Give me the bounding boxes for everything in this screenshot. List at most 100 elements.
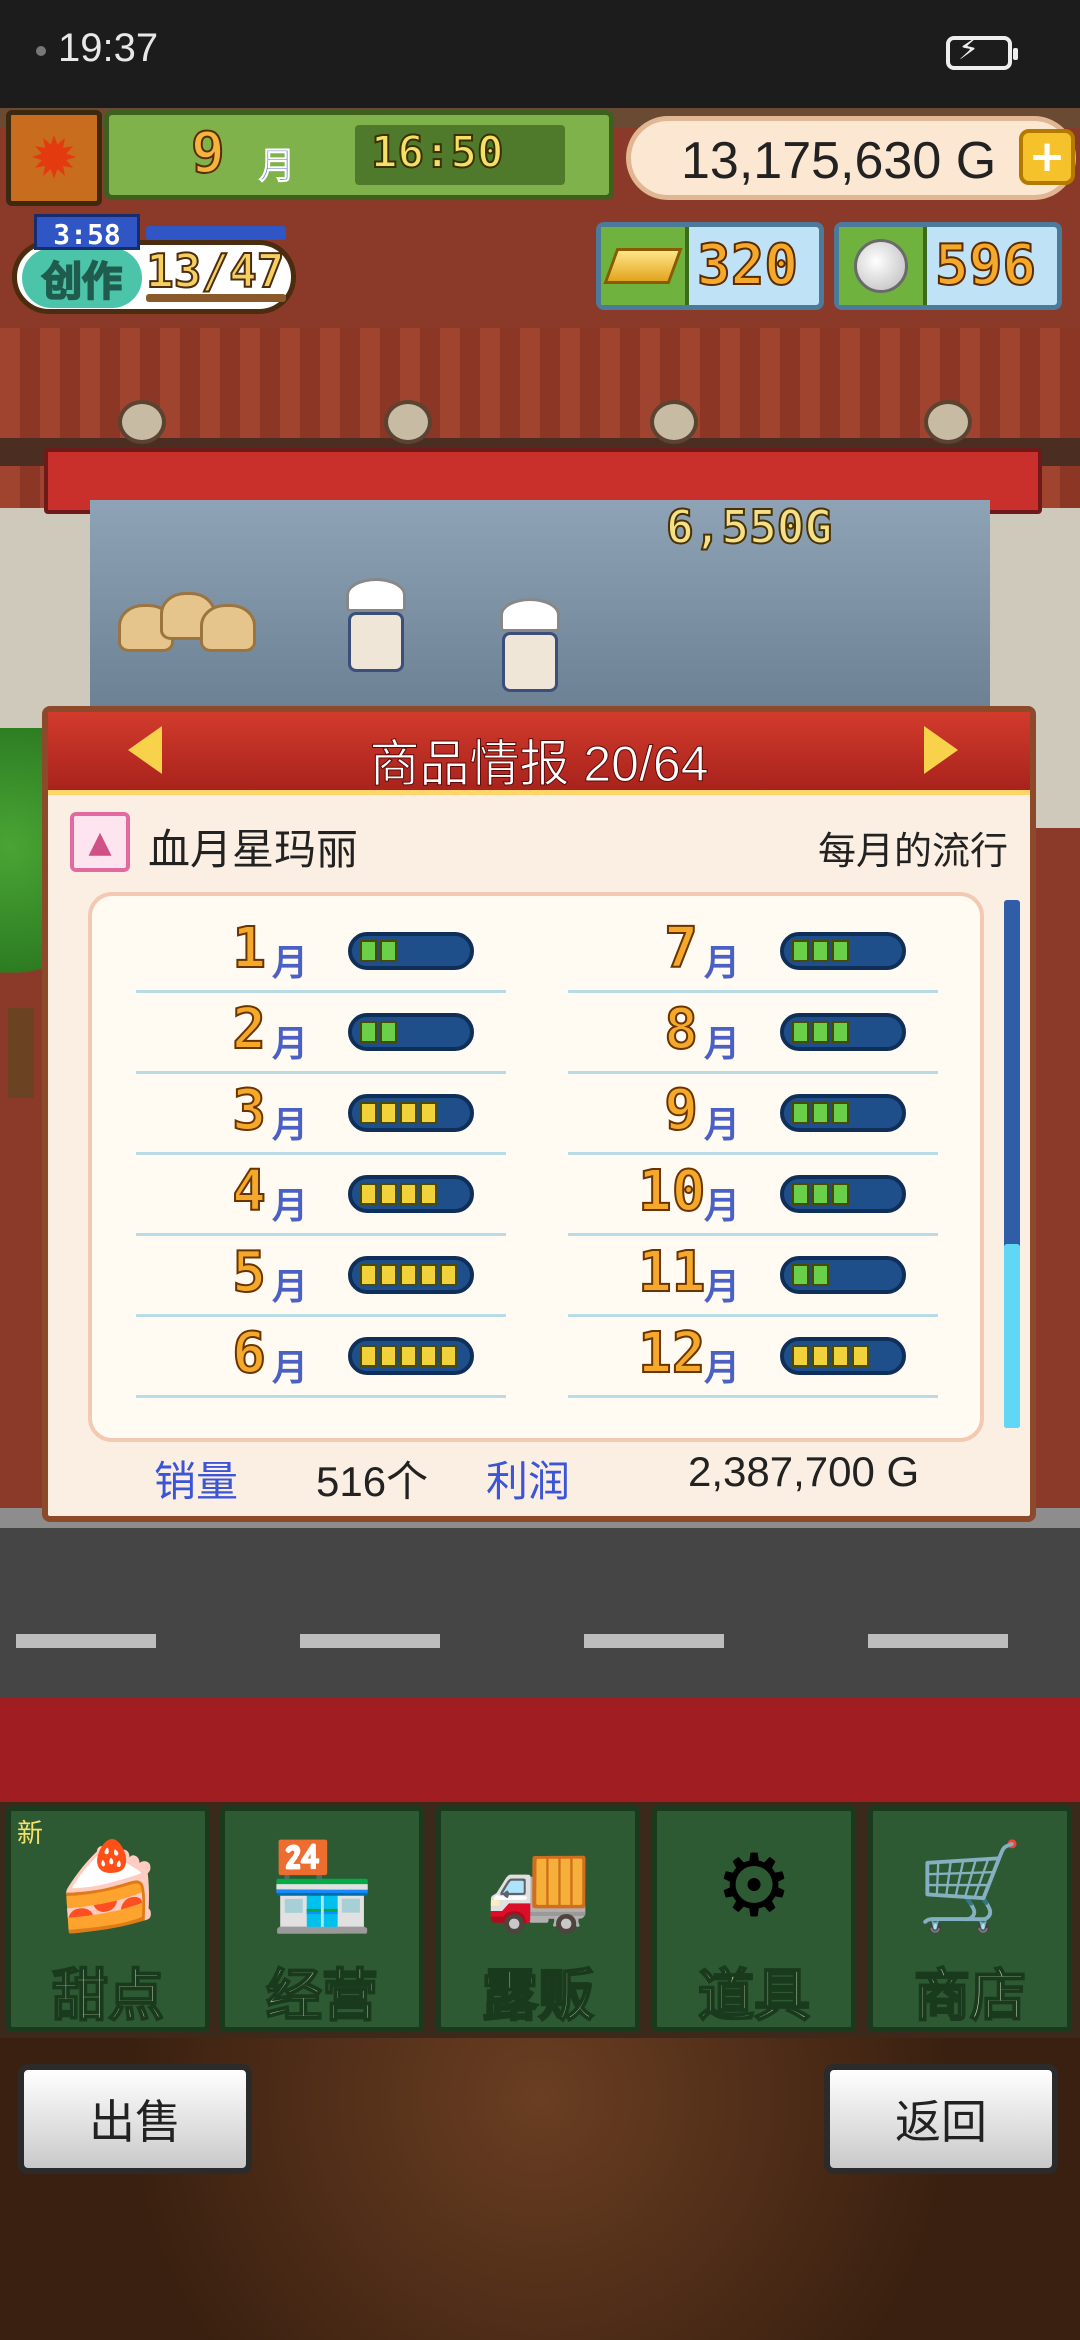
month-unit: 月 [272, 1186, 309, 1227]
nav-items[interactable]: ⚙ 道具 [652, 1806, 856, 2032]
popularity-bar [780, 1256, 906, 1294]
create-badge: 创作 [22, 248, 142, 308]
lamp-icon [650, 400, 698, 444]
popularity-segment [380, 1264, 397, 1286]
bread-icon [200, 604, 256, 652]
month-unit: 月 [704, 1267, 741, 1308]
popularity-segment [440, 1345, 457, 1367]
month-unit: 月 [272, 943, 309, 984]
month-unit: 月 [704, 1105, 741, 1146]
popularity-segment [360, 940, 377, 962]
create-timer: 3:58 [34, 214, 140, 251]
scrollbar-thumb[interactable] [1004, 1244, 1020, 1428]
month-number: 1 [231, 915, 267, 982]
gear-bag-icon: ⚙ [715, 1836, 793, 1936]
month-unit: 月 [272, 1348, 309, 1389]
popularity-segment [400, 1102, 417, 1124]
food-truck-icon: 🚚 [484, 1836, 592, 1937]
lamp-icon [118, 400, 166, 444]
product-info-panel: 商品情报 20/64 ▲ 血月星玛丽 每月的流行 1月2月3月4月5月6月7月8… [42, 706, 1036, 1522]
lane-marking [300, 1634, 440, 1648]
popularity-segment [420, 1102, 437, 1124]
popularity-segment [812, 1021, 829, 1043]
floating-price: 6,550G [665, 499, 833, 555]
notification-dot [36, 46, 46, 56]
popularity-segment [360, 1183, 377, 1205]
sell-button[interactable]: 出售 [18, 2064, 252, 2174]
popularity-segment [400, 1264, 417, 1286]
charging-icon: ⚡ [958, 32, 980, 67]
month-row: 8月 [568, 991, 938, 1074]
silver-coin-counter[interactable]: 596 [834, 222, 1062, 310]
popularity-segment [832, 1102, 849, 1124]
month-row: 6月 [136, 1315, 506, 1398]
lamp-icon [924, 400, 972, 444]
chef-character[interactable] [346, 578, 406, 678]
nav-stall[interactable]: 🚚 露贩 [436, 1806, 640, 2032]
popularity-segment [792, 1102, 809, 1124]
create-status[interactable]: 创作 3:58 13/47 [6, 214, 296, 314]
popularity-segment [812, 1183, 829, 1205]
month-number: 5 [231, 1239, 267, 1306]
product-name: 血月星玛丽 [148, 826, 359, 873]
month-number: 6 [231, 1320, 267, 1387]
month-number: 12 [637, 1320, 706, 1387]
month-row: 12 月 [568, 1315, 938, 1398]
popularity-bar [348, 1175, 474, 1213]
popularity-segment [360, 1102, 377, 1124]
popularity-segment [400, 1183, 417, 1205]
silver-coin-count: 596 [934, 232, 1037, 299]
new-badge: 新 [17, 1819, 44, 1849]
nav-store[interactable]: 🛒 商店 [868, 1806, 1072, 2032]
popularity-segment [852, 1345, 869, 1367]
popularity-segment [792, 1345, 809, 1367]
popularity-segment [832, 940, 849, 962]
popularity-segment [832, 1345, 849, 1367]
popularity-segment [360, 1345, 377, 1367]
cake-icon: 🍰 [54, 1836, 162, 1937]
popularity-segment [792, 1021, 809, 1043]
popularity-segment [380, 1102, 397, 1124]
popularity-segment [380, 1183, 397, 1205]
create-count: 13/47 [145, 243, 285, 299]
create-progress-bar [146, 226, 286, 240]
road [0, 1528, 1080, 1698]
add-money-button[interactable]: + [1019, 129, 1075, 185]
month-row: 10 月 [568, 1153, 938, 1236]
popularity-segment [812, 1264, 829, 1286]
date-time-panel: 9 月 16:50 [104, 110, 614, 200]
popularity-bar [348, 1337, 474, 1375]
month-row: 11 月 [568, 1234, 938, 1317]
chef-character[interactable] [500, 598, 560, 698]
back-button[interactable]: 返回 [824, 2064, 1058, 2174]
popularity-segment [420, 1345, 437, 1367]
month-number: 10 [637, 1158, 706, 1225]
month-number: 2 [231, 996, 267, 1063]
popularity-segment [440, 1264, 457, 1286]
lane-marking [868, 1634, 1008, 1648]
nav-management[interactable]: 🏪 经营 [220, 1806, 424, 2032]
popularity-segment [832, 1183, 849, 1205]
next-arrow-icon[interactable] [924, 726, 958, 774]
month-row: 1月 [136, 910, 506, 993]
nav-dessert[interactable]: 新 🍰 甜点 [6, 1806, 210, 2032]
month-row: 5月 [136, 1234, 506, 1317]
month-number: 11 [637, 1239, 706, 1306]
popularity-bar [348, 1256, 474, 1294]
popularity-segment [792, 940, 809, 962]
popularity-bar [348, 1013, 474, 1051]
month-number: 7 [663, 915, 699, 982]
month-number: 8 [663, 996, 699, 1063]
popularity-segment [832, 1021, 849, 1043]
popularity-segment [380, 940, 397, 962]
gold-bar-counter[interactable]: 320 [596, 222, 824, 310]
money-amount: 13,175,630 G [681, 132, 997, 190]
popularity-segment [360, 1021, 377, 1043]
month-number: 3 [231, 1077, 267, 1144]
popularity-segment [792, 1183, 809, 1205]
maple-leaf-icon[interactable]: ✹ [6, 110, 102, 206]
month-unit: 月 [272, 1267, 309, 1308]
monthly-trend-list: 1 月 2 月 3 月 4 月 5 月 6 月 7 月 8 月 9 月 10 月 11 月 12 月 [88, 892, 984, 1442]
popularity-bar [780, 1094, 906, 1132]
decorative-band [0, 1698, 1080, 1802]
